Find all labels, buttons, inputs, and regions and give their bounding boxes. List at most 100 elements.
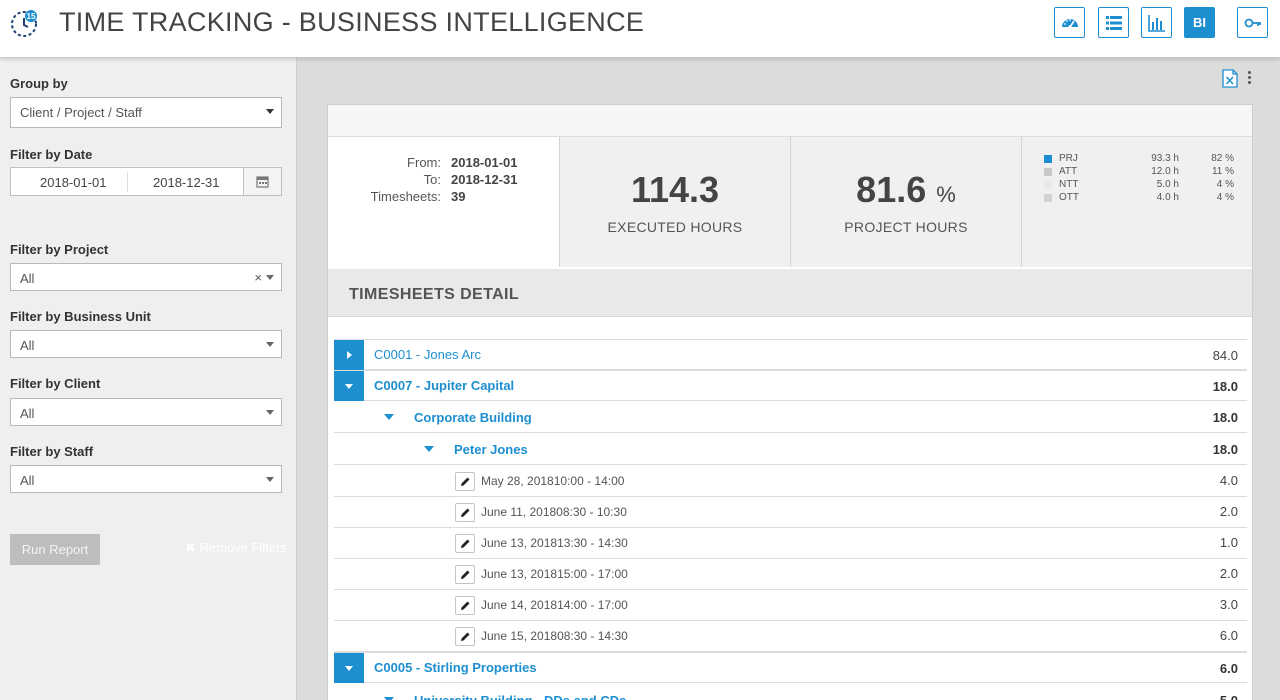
edit-button[interactable] bbox=[455, 596, 475, 615]
edit-button[interactable] bbox=[455, 565, 475, 584]
timesheet-row[interactable]: June 13, 201813:30 - 14:30 1.0 bbox=[334, 528, 1247, 559]
caret-down-icon[interactable] bbox=[424, 446, 434, 452]
timesheet-row[interactable]: June 11, 201808:30 - 10:30 2.0 bbox=[334, 497, 1247, 528]
staff-select[interactable]: All bbox=[10, 465, 282, 493]
legend-row-ntt: NTT 5.0 h 4 % bbox=[1044, 179, 1244, 191]
app-header: 15 TIME TRACKING - BUSINESS INTELLIGENCE… bbox=[0, 0, 1280, 58]
pencil-icon bbox=[460, 632, 469, 641]
legend-row-prj: PRJ 93.3 h 82 % bbox=[1044, 153, 1244, 165]
hours-value: 6.0 bbox=[1219, 628, 1238, 643]
summary-stats: From: 2018-01-01 To: 2018-12-31 Timeshee… bbox=[328, 137, 1252, 267]
collapse-toggle[interactable] bbox=[334, 653, 364, 683]
timesheets-detail-header: TIMESHEETS DETAIL bbox=[328, 269, 1252, 317]
calendar-icon bbox=[256, 176, 269, 188]
client-name[interactable]: C0005 - Stirling Properties bbox=[374, 660, 537, 675]
caret-down-icon bbox=[345, 666, 353, 671]
timesheets-count: 39 bbox=[451, 189, 466, 204]
group-by-select[interactable]: Client / Project / Staff bbox=[10, 97, 282, 128]
client-row[interactable]: C0001 - Jones Arc 84.0 bbox=[334, 339, 1247, 370]
dashboard-icon bbox=[1061, 18, 1078, 29]
date-from-input[interactable]: 2018-01-01 bbox=[40, 175, 107, 190]
dashboard-button[interactable] bbox=[1054, 7, 1085, 38]
to-value: 2018-12-31 bbox=[451, 172, 518, 187]
pencil-icon bbox=[460, 601, 469, 610]
remove-filters-link[interactable]: ✖ Remove Filters bbox=[185, 540, 287, 556]
caret-down-icon[interactable] bbox=[384, 414, 394, 420]
hours-value: 3.0 bbox=[1219, 597, 1238, 612]
caret-right-icon bbox=[347, 351, 352, 359]
timesheet-row[interactable]: June 13, 201815:00 - 17:00 2.0 bbox=[334, 559, 1247, 590]
filters-sidebar: Group by Client / Project / Staff Filter… bbox=[0, 58, 297, 700]
calendar-button[interactable] bbox=[243, 168, 281, 195]
project-row[interactable]: University Building - DDs and CDs 5.0 bbox=[334, 685, 1247, 700]
run-report-button[interactable]: Run Report bbox=[10, 534, 100, 565]
timesheet-row[interactable]: June 15, 201808:30 - 14:30 6.0 bbox=[334, 621, 1247, 652]
clear-icon[interactable]: × bbox=[254, 270, 262, 285]
bar-chart-button[interactable] bbox=[1141, 7, 1172, 38]
more-options-icon[interactable] bbox=[1247, 71, 1253, 87]
list-button[interactable] bbox=[1098, 7, 1129, 38]
pencil-icon bbox=[460, 508, 469, 517]
edit-button[interactable] bbox=[455, 503, 475, 522]
legend-row-att: ATT 12.0 h 11 % bbox=[1044, 166, 1244, 178]
legend-swatch bbox=[1044, 155, 1052, 163]
bar-chart-icon bbox=[1147, 14, 1165, 32]
edit-button[interactable] bbox=[455, 534, 475, 553]
client-row[interactable]: C0005 - Stirling Properties 6.0 bbox=[334, 652, 1247, 683]
staff-name[interactable]: Peter Jones bbox=[454, 442, 528, 457]
bi-button[interactable]: BI bbox=[1184, 7, 1215, 38]
client-name[interactable]: C0007 - Jupiter Capital bbox=[374, 378, 514, 393]
business-unit-select[interactable]: All bbox=[10, 330, 282, 358]
expand-toggle[interactable] bbox=[334, 340, 364, 370]
client-select[interactable]: All bbox=[10, 398, 282, 426]
hours-value: 6.0 bbox=[1219, 661, 1238, 676]
logo-text: 15 bbox=[27, 12, 36, 21]
legend-name: PRJ bbox=[1059, 153, 1078, 164]
timesheet-row[interactable]: June 14, 201814:00 - 17:00 3.0 bbox=[334, 590, 1247, 621]
legend-name: ATT bbox=[1059, 166, 1078, 177]
project-hours-label: PROJECT HOURS bbox=[844, 219, 968, 235]
legend-row-ott: OTT 4.0 h 4 % bbox=[1044, 192, 1244, 204]
timesheet-label: June 13, 201813:30 - 14:30 bbox=[481, 536, 628, 550]
collapse-toggle[interactable] bbox=[334, 371, 364, 401]
edit-button[interactable] bbox=[455, 627, 475, 646]
caret-down-icon bbox=[345, 384, 353, 389]
legend-hours: 12.0 h bbox=[1151, 166, 1179, 177]
date-range-picker[interactable]: 2018-01-01 2018-12-31 bbox=[10, 167, 282, 196]
date-separator bbox=[127, 172, 128, 192]
period-summary: From: 2018-01-01 To: 2018-12-31 Timeshee… bbox=[328, 137, 560, 267]
project-select[interactable]: All × bbox=[10, 263, 282, 291]
project-name[interactable]: University Building - DDs and CDs bbox=[414, 693, 626, 700]
list-icon bbox=[1105, 15, 1122, 30]
legend-pct: 4 % bbox=[1216, 179, 1234, 190]
bi-icon: BI bbox=[1193, 15, 1206, 30]
staff-filter-label: Filter by Staff bbox=[10, 444, 94, 459]
chevron-down-icon bbox=[266, 109, 274, 114]
edit-button[interactable] bbox=[455, 472, 475, 491]
executed-hours-card: 114.3 EXECUTED HOURS bbox=[560, 137, 791, 267]
client-row[interactable]: C0007 - Jupiter Capital 18.0 bbox=[334, 370, 1247, 401]
date-filter-label: Filter by Date bbox=[10, 147, 93, 162]
logo-icon: 15 bbox=[11, 10, 37, 37]
legend-swatch bbox=[1044, 194, 1052, 202]
staff-row[interactable]: Peter Jones 18.0 bbox=[334, 434, 1247, 465]
hours-value: 18.0 bbox=[1212, 379, 1238, 394]
group-by-value: Client / Project / Staff bbox=[20, 105, 142, 120]
legend-hours: 4.0 h bbox=[1156, 192, 1179, 203]
legend-hours: 93.3 h bbox=[1151, 153, 1179, 164]
client-name[interactable]: C0001 - Jones Arc bbox=[374, 347, 481, 362]
hours-value: 4.0 bbox=[1219, 473, 1238, 488]
executed-hours-label: EXECUTED HOURS bbox=[607, 219, 743, 235]
timesheet-label: May 28, 201810:00 - 14:00 bbox=[481, 474, 625, 488]
legend-pct: 82 % bbox=[1211, 153, 1234, 164]
project-row[interactable]: Corporate Building 18.0 bbox=[334, 402, 1247, 433]
excel-export-icon[interactable] bbox=[1222, 69, 1238, 88]
timesheet-row[interactable]: May 28, 201810:00 - 14:00 4.0 bbox=[334, 466, 1247, 497]
project-filter-label: Filter by Project bbox=[10, 242, 109, 257]
project-name[interactable]: Corporate Building bbox=[414, 410, 532, 425]
key-icon bbox=[1244, 18, 1261, 27]
chevron-down-icon bbox=[266, 342, 274, 347]
legend-swatch bbox=[1044, 168, 1052, 176]
key-button[interactable] bbox=[1237, 7, 1268, 38]
date-to-input[interactable]: 2018-12-31 bbox=[153, 175, 220, 190]
